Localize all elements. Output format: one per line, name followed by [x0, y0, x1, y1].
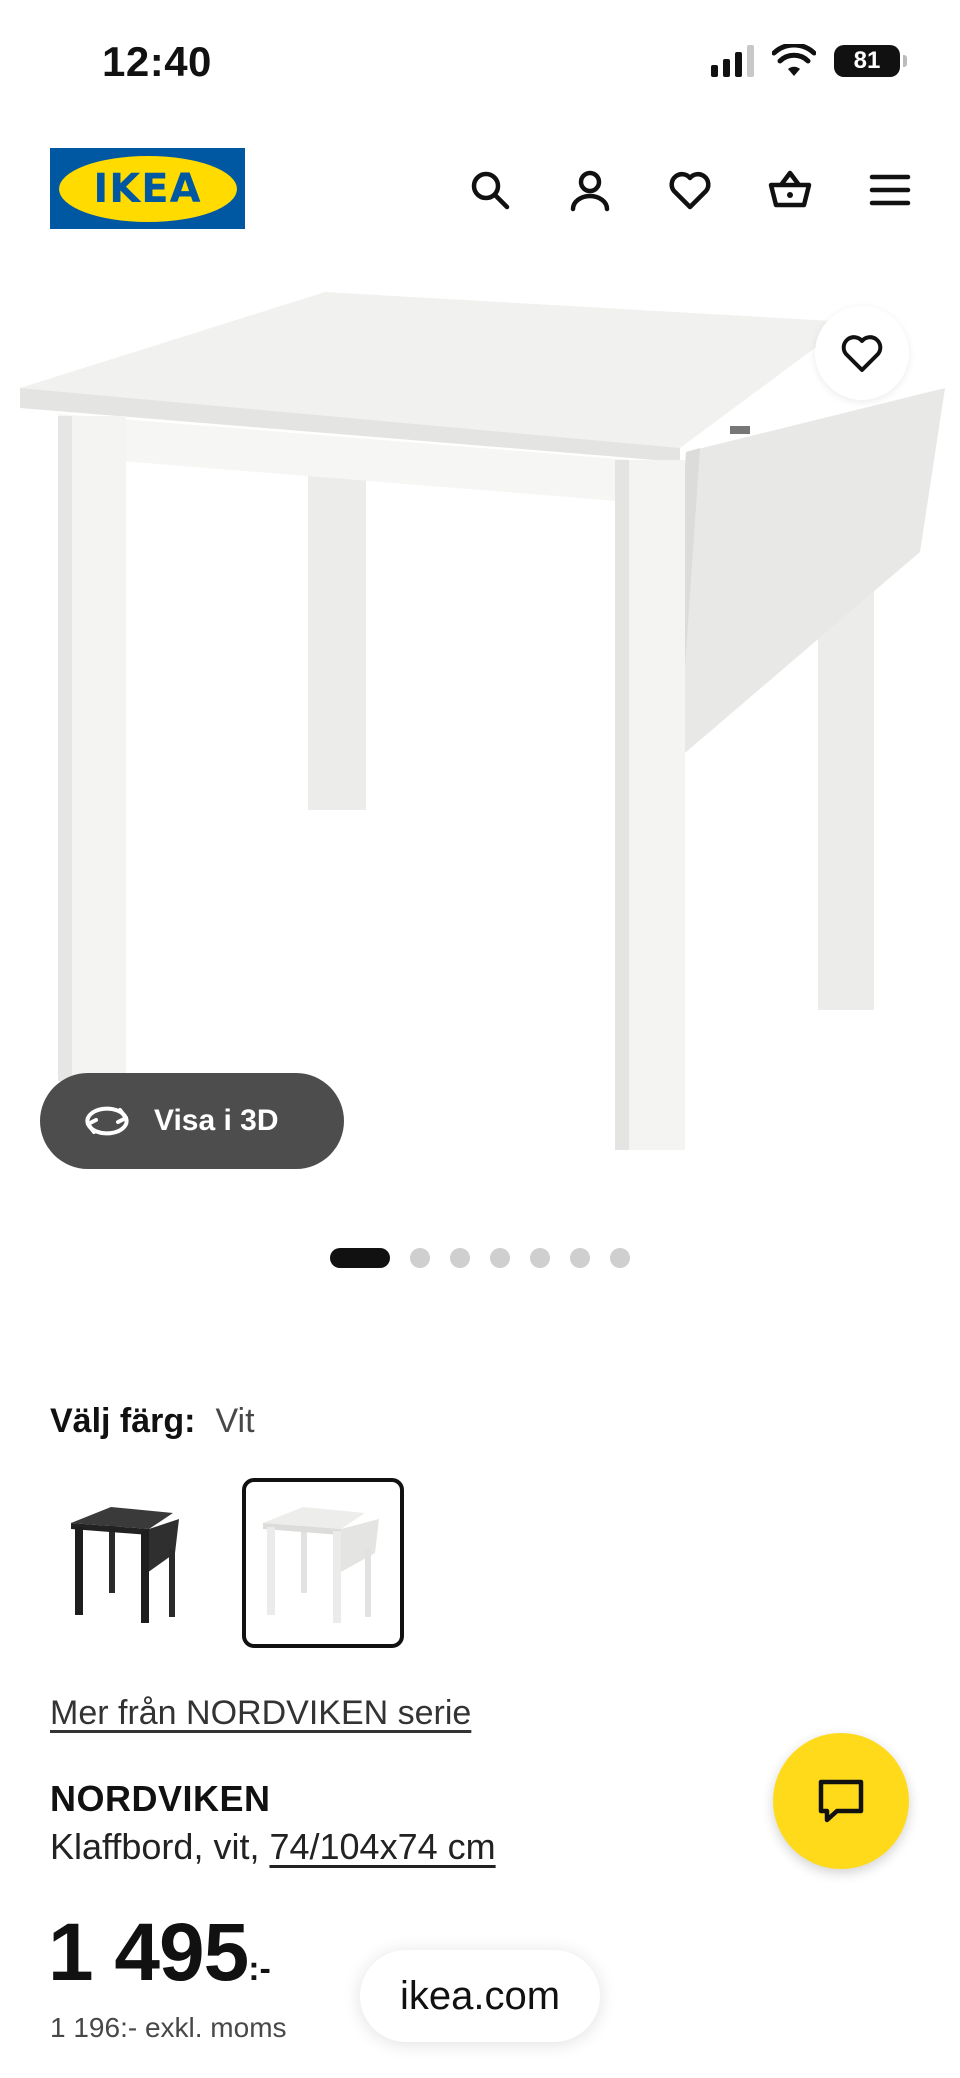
image-carousel-dots: [0, 1248, 960, 1268]
price-excluding-vat: 1 196:- exkl. moms: [50, 2012, 287, 2043]
price-amount: 1 495: [48, 1907, 249, 1998]
swatch-white[interactable]: [242, 1478, 404, 1648]
color-label: Välj färg:: [50, 1402, 196, 1440]
product-image: [20, 292, 945, 1150]
product-size-link[interactable]: 74/104x74 cm: [269, 1826, 495, 1867]
browser-url-bar[interactable]: ikea.com: [360, 1950, 600, 2042]
color-swatches: [50, 1478, 404, 1648]
swatch-black-brown[interactable]: [50, 1478, 212, 1648]
color-selector-heading: Välj färg: Vit: [50, 1402, 255, 1441]
chat-icon: [818, 1779, 864, 1823]
carousel-dot[interactable]: [450, 1248, 470, 1268]
rotate-3d-icon: [85, 1106, 129, 1136]
status-bar: 12:40 81: [0, 0, 960, 120]
carousel-dot[interactable]: [530, 1248, 550, 1268]
wifi-icon: [772, 44, 816, 76]
menu-icon[interactable]: [860, 160, 920, 220]
carousel-dot[interactable]: [490, 1248, 510, 1268]
basket-icon[interactable]: [760, 160, 820, 220]
view-in-3d-label: Visa i 3D: [154, 1104, 279, 1137]
site-header: IKEA: [0, 140, 960, 236]
logo-text: IKEA: [93, 165, 202, 212]
price-suffix: :-: [248, 1950, 271, 1988]
white-table-thumbnail: [263, 1507, 379, 1623]
color-value: Vit: [215, 1402, 255, 1440]
heart-icon[interactable]: [660, 160, 720, 220]
signal-icon: [711, 45, 754, 77]
status-icons: 81: [711, 44, 907, 78]
carousel-dot[interactable]: [570, 1248, 590, 1268]
product-price: 1 495 :-: [48, 1906, 271, 2000]
product-name: NORDVIKEN: [50, 1778, 271, 1819]
carousel-dot[interactable]: [330, 1248, 390, 1268]
product-image-gallery[interactable]: [0, 270, 960, 1200]
product-description: Klaffbord, vit, 74/104x74 cm: [50, 1826, 496, 1868]
view-in-3d-button[interactable]: Visa i 3D: [40, 1073, 344, 1169]
series-link[interactable]: Mer från NORDVIKEN serie: [50, 1694, 471, 1733]
ikea-logo[interactable]: IKEA: [50, 148, 245, 229]
add-to-favorites-button[interactable]: [815, 306, 909, 400]
carousel-dot[interactable]: [410, 1248, 430, 1268]
chat-button[interactable]: [773, 1733, 909, 1869]
carousel-dot[interactable]: [610, 1248, 630, 1268]
search-icon[interactable]: [460, 160, 520, 220]
heart-icon: [841, 335, 883, 372]
product-type: Klaffbord, vit,: [50, 1826, 260, 1867]
battery-indicator: 81: [834, 45, 907, 77]
user-icon[interactable]: [560, 160, 620, 220]
black-table-thumbnail: [71, 1507, 179, 1623]
header-actions: [460, 160, 920, 220]
status-time: 12:40: [102, 38, 212, 85]
